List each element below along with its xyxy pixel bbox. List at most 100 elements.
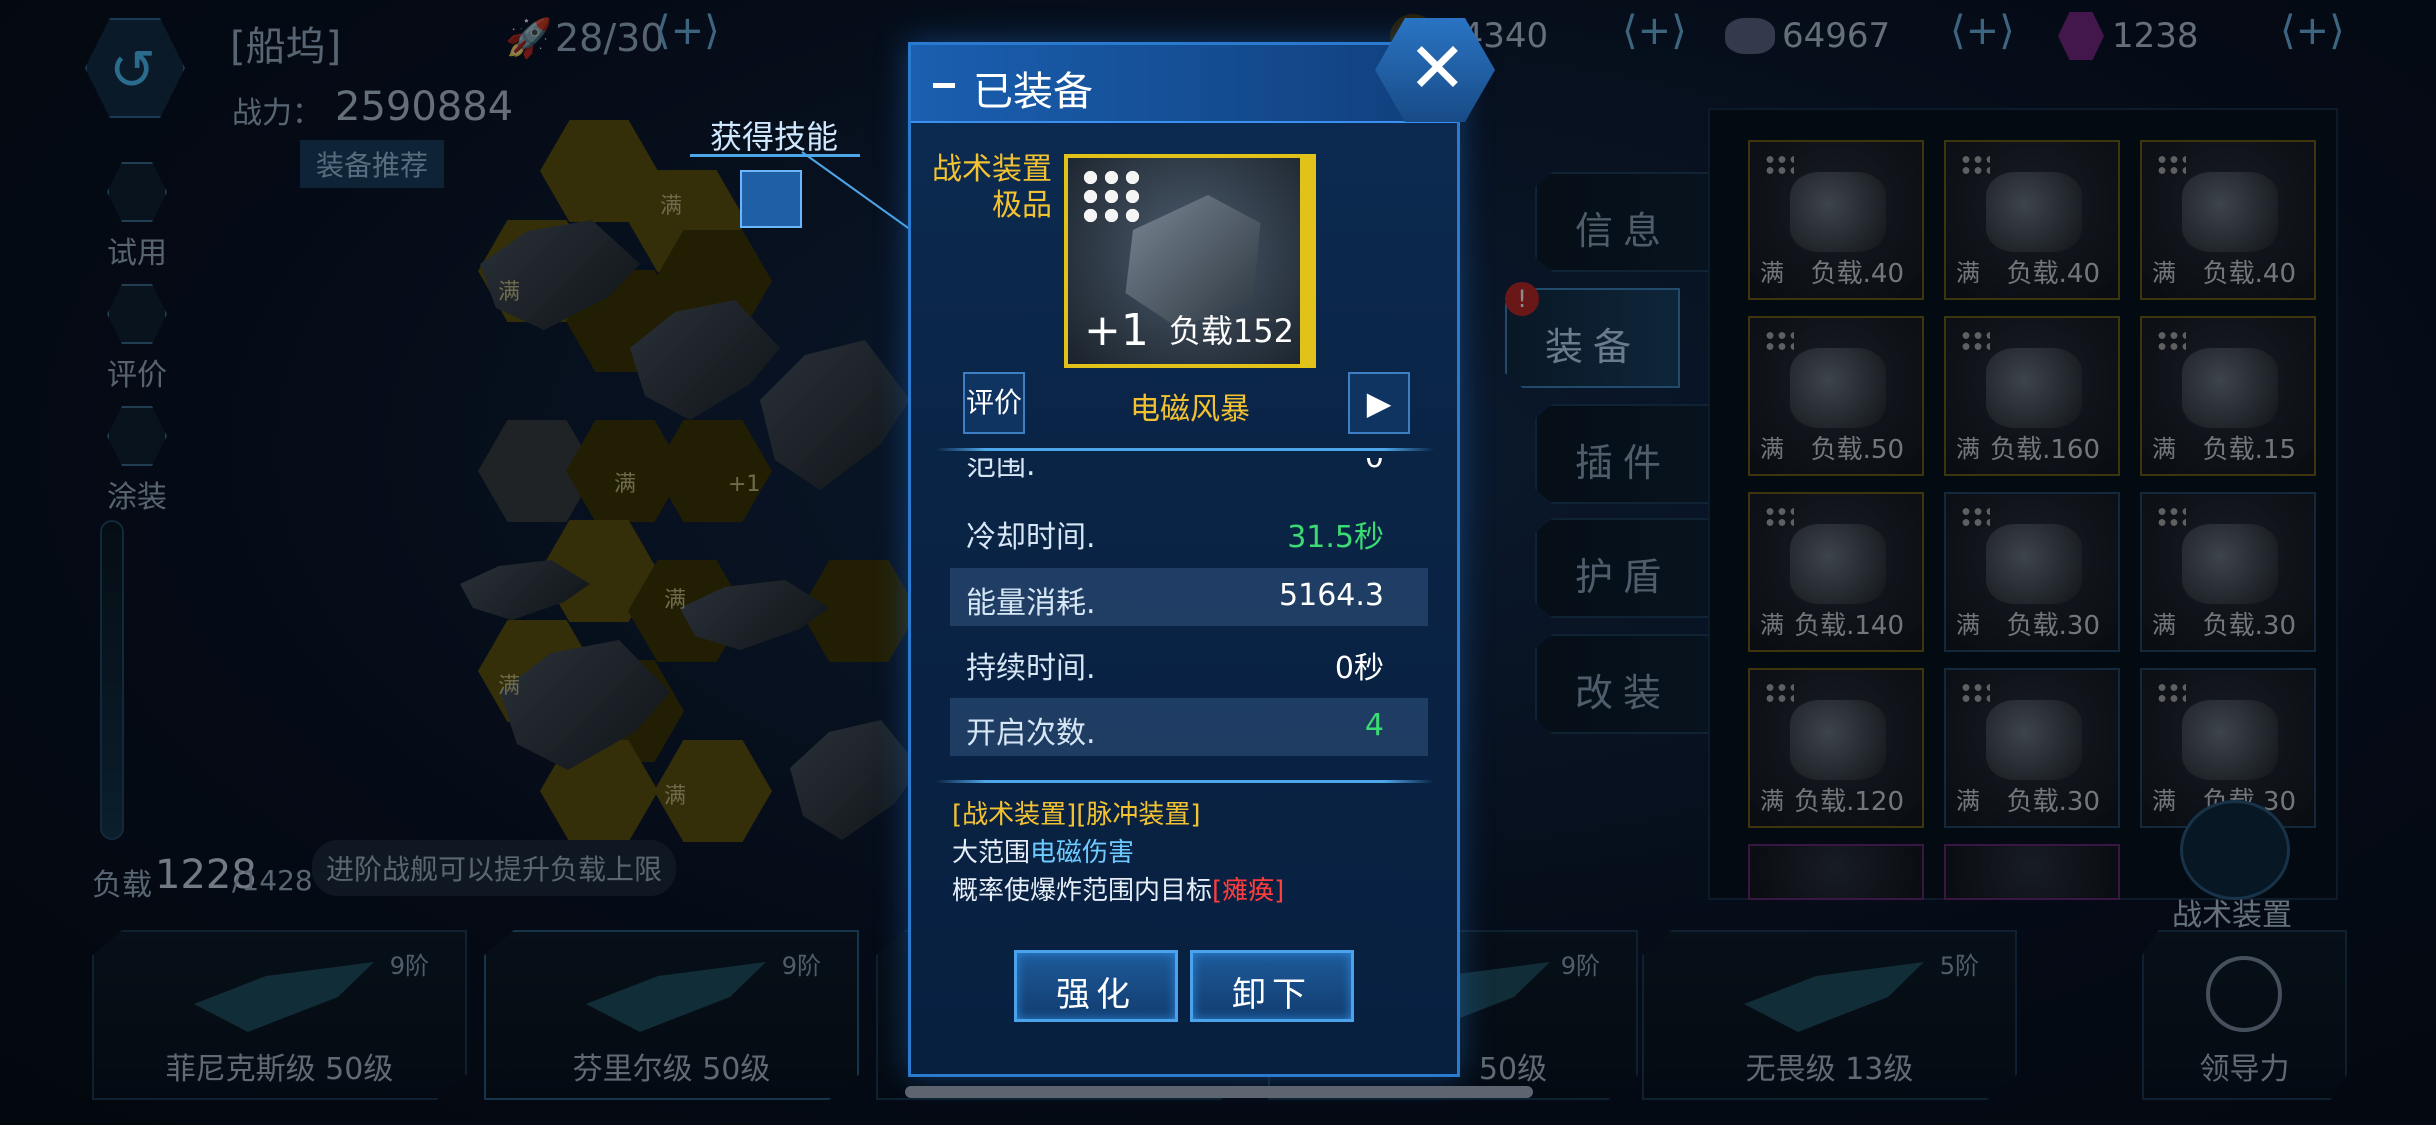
inventory-item[interactable]: 满负载.40 (1944, 140, 2120, 300)
ship-card[interactable]: 9阶 芬里尔级 50级 (484, 930, 859, 1100)
stat-value: 0秒 (1334, 651, 1384, 686)
equipment-icon (2182, 524, 2278, 604)
ship-name: 芬里尔级 50级 (572, 1052, 771, 1087)
tab-modify[interactable]: 改装 (1535, 634, 1710, 734)
quality-dots-icon (1960, 682, 1990, 704)
tab-plugins[interactable]: 插件 (1535, 404, 1710, 504)
item-load: 负载.15 (2202, 435, 2296, 465)
equipment-icon (1986, 700, 2082, 780)
ship-card[interactable]: 9阶 菲尼克斯级 50级 (92, 930, 467, 1100)
inventory-item[interactable]: 满负载.140 (1748, 492, 1924, 652)
sidebar-item-label: 评价 (107, 358, 167, 393)
full-label: 满 (1956, 611, 1980, 639)
checkbox-icon (107, 162, 167, 222)
page-title: [船坞] (230, 24, 342, 70)
minus-icon (933, 83, 955, 88)
item-load: 负载.30 (2006, 611, 2100, 641)
inventory-item[interactable]: 满负载.40 (2140, 140, 2316, 300)
inventory-item-partial[interactable] (1944, 844, 2120, 900)
scrollbar[interactable] (905, 1086, 1533, 1098)
stat-row-energy: 能量消耗. 5164.3 (950, 568, 1428, 626)
hex-full-label: 满 (664, 784, 687, 809)
stat-value: 5164.3 (1279, 578, 1384, 613)
item-load: 负载152 (1168, 312, 1294, 350)
inventory-item[interactable]: 满负载.40 (1748, 140, 1924, 300)
quality-dots-icon (2156, 682, 2186, 704)
quality-dots-icon (1960, 330, 1990, 352)
unequip-button[interactable]: 卸下 (1190, 950, 1354, 1022)
sidebar-item-rating[interactable]: 评价 (92, 284, 182, 394)
ship-tier: 9阶 (781, 952, 821, 980)
power-value: 2590884 (335, 84, 514, 130)
sidebar-item-paint[interactable]: 涂装 (92, 406, 182, 516)
strengthen-button[interactable]: 强化 (1014, 950, 1178, 1022)
next-button[interactable]: ▶ (1348, 372, 1410, 434)
tactical-device-filter-icon[interactable] (2180, 800, 2290, 900)
equipment-icon (1790, 348, 1886, 428)
item-load: 负载.30 (2006, 787, 2100, 817)
ship-card[interactable]: 5阶 无畏级 13级 (1642, 930, 2017, 1100)
leadership-button[interactable]: 领导力 (2142, 930, 2347, 1100)
inventory-item[interactable]: 满负载.30 (2140, 492, 2316, 652)
ship-tier: 9阶 (389, 952, 429, 980)
quality-dots-icon (1764, 154, 1794, 176)
hex-plus-label: +1 (728, 472, 761, 497)
tab-label: 改装 (1575, 671, 1672, 715)
tab-info[interactable]: 信息 (1535, 172, 1710, 272)
equipment-icon (1790, 172, 1886, 252)
play-icon: ▶ (1366, 384, 1392, 422)
tab-label: 护盾 (1575, 555, 1672, 599)
sidebar-item-label: 试用 (107, 236, 167, 271)
quality-dots-icon (1764, 682, 1794, 704)
skill-jet-icon[interactable] (740, 170, 802, 228)
full-label: 满 (1956, 259, 1980, 287)
equipment-icon (1790, 700, 1886, 780)
stat-row-cooldown: 冷却时间. 31.5秒 (950, 502, 1428, 560)
back-button[interactable]: ↺ (85, 18, 185, 118)
inventory-item-partial[interactable] (1748, 844, 1924, 900)
load-max: /1428 (232, 864, 313, 897)
add-ship-button[interactable]: ⟨+⟩ (655, 8, 720, 54)
equipment-icon (1790, 524, 1886, 604)
inventory-item[interactable]: 满负载.50 (1748, 316, 1924, 476)
resource-3-value: 1238 (2112, 16, 2199, 56)
tab-shield[interactable]: 护盾 (1535, 518, 1710, 618)
add-resource-1-button[interactable]: ⟨+⟩ (1622, 8, 1687, 54)
item-level: +1 (1084, 305, 1149, 356)
stat-key: 冷却时间. (966, 520, 1096, 555)
ship-module (760, 340, 910, 490)
full-label: 满 (1760, 259, 1784, 287)
resource-2-value: 64967 (1782, 16, 1891, 56)
inventory-item[interactable]: 满负载.120 (1748, 668, 1924, 828)
sidebar-item-trial[interactable]: 试用 (92, 162, 182, 272)
add-resource-3-button[interactable]: ⟨+⟩ (2280, 8, 2345, 54)
add-resource-2-button[interactable]: ⟨+⟩ (1950, 8, 2015, 54)
desc-tags-text: [战术装置][脉冲装置] (952, 800, 1201, 830)
equipment-icon (1986, 172, 2082, 252)
stat-value: 4 (1364, 708, 1384, 743)
item-card: +1 负载152 (1064, 154, 1316, 368)
equipment-icon (2182, 348, 2278, 428)
button-label: 卸下 (1232, 975, 1312, 1015)
rate-button[interactable]: 评价 (963, 372, 1025, 434)
inventory-item[interactable]: 满负载.160 (1944, 316, 2120, 476)
hex-slot[interactable] (654, 420, 772, 522)
alert-icon: ! (1505, 282, 1539, 316)
document-icon (107, 284, 167, 344)
resource-3-icon (2058, 12, 2104, 60)
quality-dots-icon (2156, 154, 2186, 176)
stat-key: 持续时间. (966, 651, 1096, 686)
inventory-item[interactable]: 满负载.30 (1944, 492, 2120, 652)
item-load: 负载.40 (1810, 259, 1904, 289)
equipment-icon (2182, 172, 2278, 252)
stat-key: 能量消耗. (966, 586, 1096, 621)
inventory-item[interactable]: 满负载.15 (2140, 316, 2316, 476)
recommend-equipment-button[interactable]: 装备推荐 (300, 140, 445, 188)
stat-key: 范围. (966, 458, 1036, 478)
item-name: 电磁风暴 (1130, 392, 1250, 427)
inventory-item[interactable]: 满负载.30 (1944, 668, 2120, 828)
full-label: 满 (1760, 611, 1784, 639)
leadership-label: 领导力 (2199, 1052, 2290, 1087)
full-label: 满 (2152, 435, 2176, 463)
game-screen: ↺ [船坞] 🚀 28/30 ⟨+⟩ 战力： 2590884 装备推荐 4434… (0, 0, 2436, 1125)
